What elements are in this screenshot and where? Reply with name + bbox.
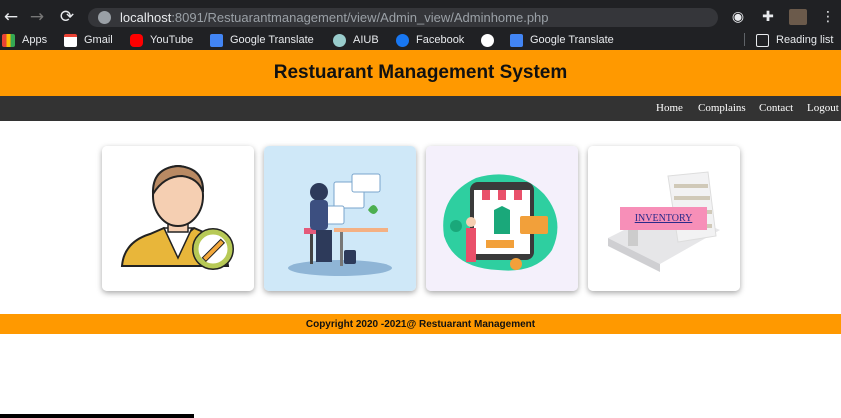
aiub-icon xyxy=(333,33,346,47)
nav-logout-link[interactable]: Logout xyxy=(807,102,839,114)
bookmark-gmail[interactable]: Gmail xyxy=(64,32,113,48)
profile-avatar[interactable] xyxy=(787,6,809,28)
bookmark-unnamed[interactable] xyxy=(481,32,501,48)
globe-icon[interactable]: ◉ xyxy=(727,6,749,28)
bookmark-label: Facebook xyxy=(416,34,465,46)
top-navigation: Home Complains Contact Logout xyxy=(0,96,841,121)
employee-card[interactable] xyxy=(264,146,416,291)
copyright-text: Copyright 2020 -2021@ Restuarant Managem… xyxy=(305,318,536,330)
nav-home-link[interactable]: Home xyxy=(656,102,683,114)
url-host: localhost xyxy=(120,10,172,25)
url-text: localhost:8091/Restuarantmanagement/view… xyxy=(120,10,549,25)
site-info-icon[interactable] xyxy=(98,11,111,24)
taskbar-fragment xyxy=(0,414,194,418)
bookmark-google-translate-2[interactable]: Google Translate xyxy=(510,32,614,48)
address-bar[interactable]: localhost:8091/Restuarantmanagement/view… xyxy=(88,8,718,27)
nav-contact-link[interactable]: Contact xyxy=(759,102,793,114)
reload-icon[interactable]: ⟳ xyxy=(56,6,78,28)
google-translate-icon xyxy=(510,33,523,47)
apps-grid-icon xyxy=(2,33,15,47)
manage-user-card[interactable] xyxy=(102,146,254,291)
bookmark-apps[interactable]: Apps xyxy=(2,32,47,48)
gmail-icon xyxy=(64,33,77,47)
reading-list-label: Reading list xyxy=(776,34,834,46)
shop-card[interactable] xyxy=(426,146,578,291)
bookmark-facebook[interactable]: Facebook xyxy=(396,32,464,48)
bookmark-label: YouTube xyxy=(150,34,194,46)
bookmark-youtube[interactable]: YouTube xyxy=(130,32,193,48)
reading-list-icon xyxy=(756,33,769,47)
browser-chrome: ← → ⟳ localhost:8091/Restuarantmanagemen… xyxy=(0,0,841,50)
bookmark-google-translate[interactable]: Google Translate xyxy=(210,32,314,48)
bookmark-label: Google Translate xyxy=(230,34,314,46)
online-store-illustration xyxy=(426,146,578,291)
back-arrow-icon[interactable]: ← xyxy=(0,6,22,28)
site-header: Restuarant Management System xyxy=(0,50,841,96)
bookmark-label: Gmail xyxy=(84,34,113,46)
inventory-card[interactable]: INVENTORY xyxy=(588,146,740,291)
bookmark-divider xyxy=(744,33,745,46)
facebook-icon xyxy=(396,33,409,47)
bookmark-label: Google Translate xyxy=(530,34,614,46)
site-footer: Copyright 2020 -2021@ Restuarant Managem… xyxy=(0,314,841,334)
reading-list-button[interactable]: Reading list xyxy=(756,32,833,48)
page-title: Restuarant Management System xyxy=(273,62,568,83)
browser-menu-icon[interactable]: ⋮ xyxy=(817,6,839,28)
site-circle-icon xyxy=(481,33,494,47)
youtube-icon xyxy=(130,33,143,47)
bookmark-label: AIUB xyxy=(353,34,379,46)
inventory-link[interactable]: INVENTORY xyxy=(620,207,707,230)
nav-complains-link[interactable]: Complains xyxy=(698,102,746,114)
bookmark-aiub[interactable]: AIUB xyxy=(333,32,379,48)
google-translate-icon xyxy=(210,33,223,47)
url-path: :8091/Restuarantmanagement/view/Admin_vi… xyxy=(171,10,549,25)
office-work-illustration xyxy=(264,146,416,291)
user-edit-illustration xyxy=(102,146,254,291)
bookmark-label: Apps xyxy=(22,34,48,46)
forward-arrow-icon[interactable]: → xyxy=(26,6,48,28)
extensions-puzzle-icon[interactable]: ✚ xyxy=(757,6,779,28)
